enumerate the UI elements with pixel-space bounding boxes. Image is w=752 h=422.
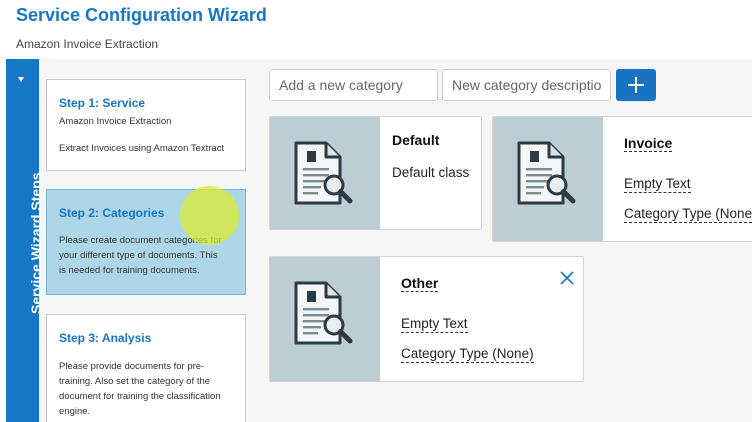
category-type[interactable]: Category Type (None)	[401, 346, 534, 363]
step-description: Please provide documents for pre-	[59, 361, 205, 372]
category-card-default[interactable]: Default Default class	[269, 116, 482, 230]
document-search-icon	[493, 117, 603, 241]
step-title: Step 3: Analysis	[59, 331, 152, 345]
step-description: training. Also set the category of the	[59, 376, 211, 387]
category-type[interactable]: Category Type (None)	[624, 206, 752, 223]
wizard-steps-rail[interactable]: Service Wizard Steps	[6, 59, 44, 422]
close-icon[interactable]	[560, 271, 574, 285]
category-name-input[interactable]	[269, 69, 438, 101]
document-search-icon	[270, 117, 380, 229]
page-title: Service Configuration Wizard	[16, 5, 267, 25]
step-analysis[interactable]: Step 3: Analysis Please provide document…	[46, 314, 246, 422]
step-service[interactable]: Step 1: Service Amazon Invoice Extractio…	[46, 79, 246, 171]
category-card-invoice[interactable]: Invoice Empty Text Category Type (None)	[492, 116, 752, 242]
step-title: Step 1: Service	[59, 96, 146, 110]
category-description[interactable]: Empty Text	[624, 176, 691, 193]
step-description: is needed for training documents.	[59, 265, 200, 276]
step-description: your different type of documents. This	[59, 250, 218, 261]
step-description: Amazon Invoice Extraction	[59, 116, 172, 127]
category-description: Default class	[392, 165, 470, 180]
caret-down-icon[interactable]	[18, 77, 24, 82]
category-card-other[interactable]: Other Empty Text Category Type (None)	[269, 256, 584, 382]
category-description-input[interactable]	[442, 69, 611, 101]
category-description[interactable]: Empty Text	[401, 316, 468, 333]
category-name[interactable]: Other	[401, 275, 439, 292]
page-subtitle: Amazon Invoice Extraction	[16, 37, 159, 51]
step-description: document for training the classification	[59, 391, 221, 402]
category-name: Default	[392, 132, 440, 148]
step-description: engine.	[59, 406, 91, 417]
category-name[interactable]: Invoice	[624, 135, 673, 152]
step-description: Extract Invoices using Amazon Textract	[59, 143, 225, 154]
document-search-icon	[270, 257, 380, 381]
cursor-highlight	[180, 186, 239, 245]
add-category-button[interactable]	[616, 69, 656, 101]
